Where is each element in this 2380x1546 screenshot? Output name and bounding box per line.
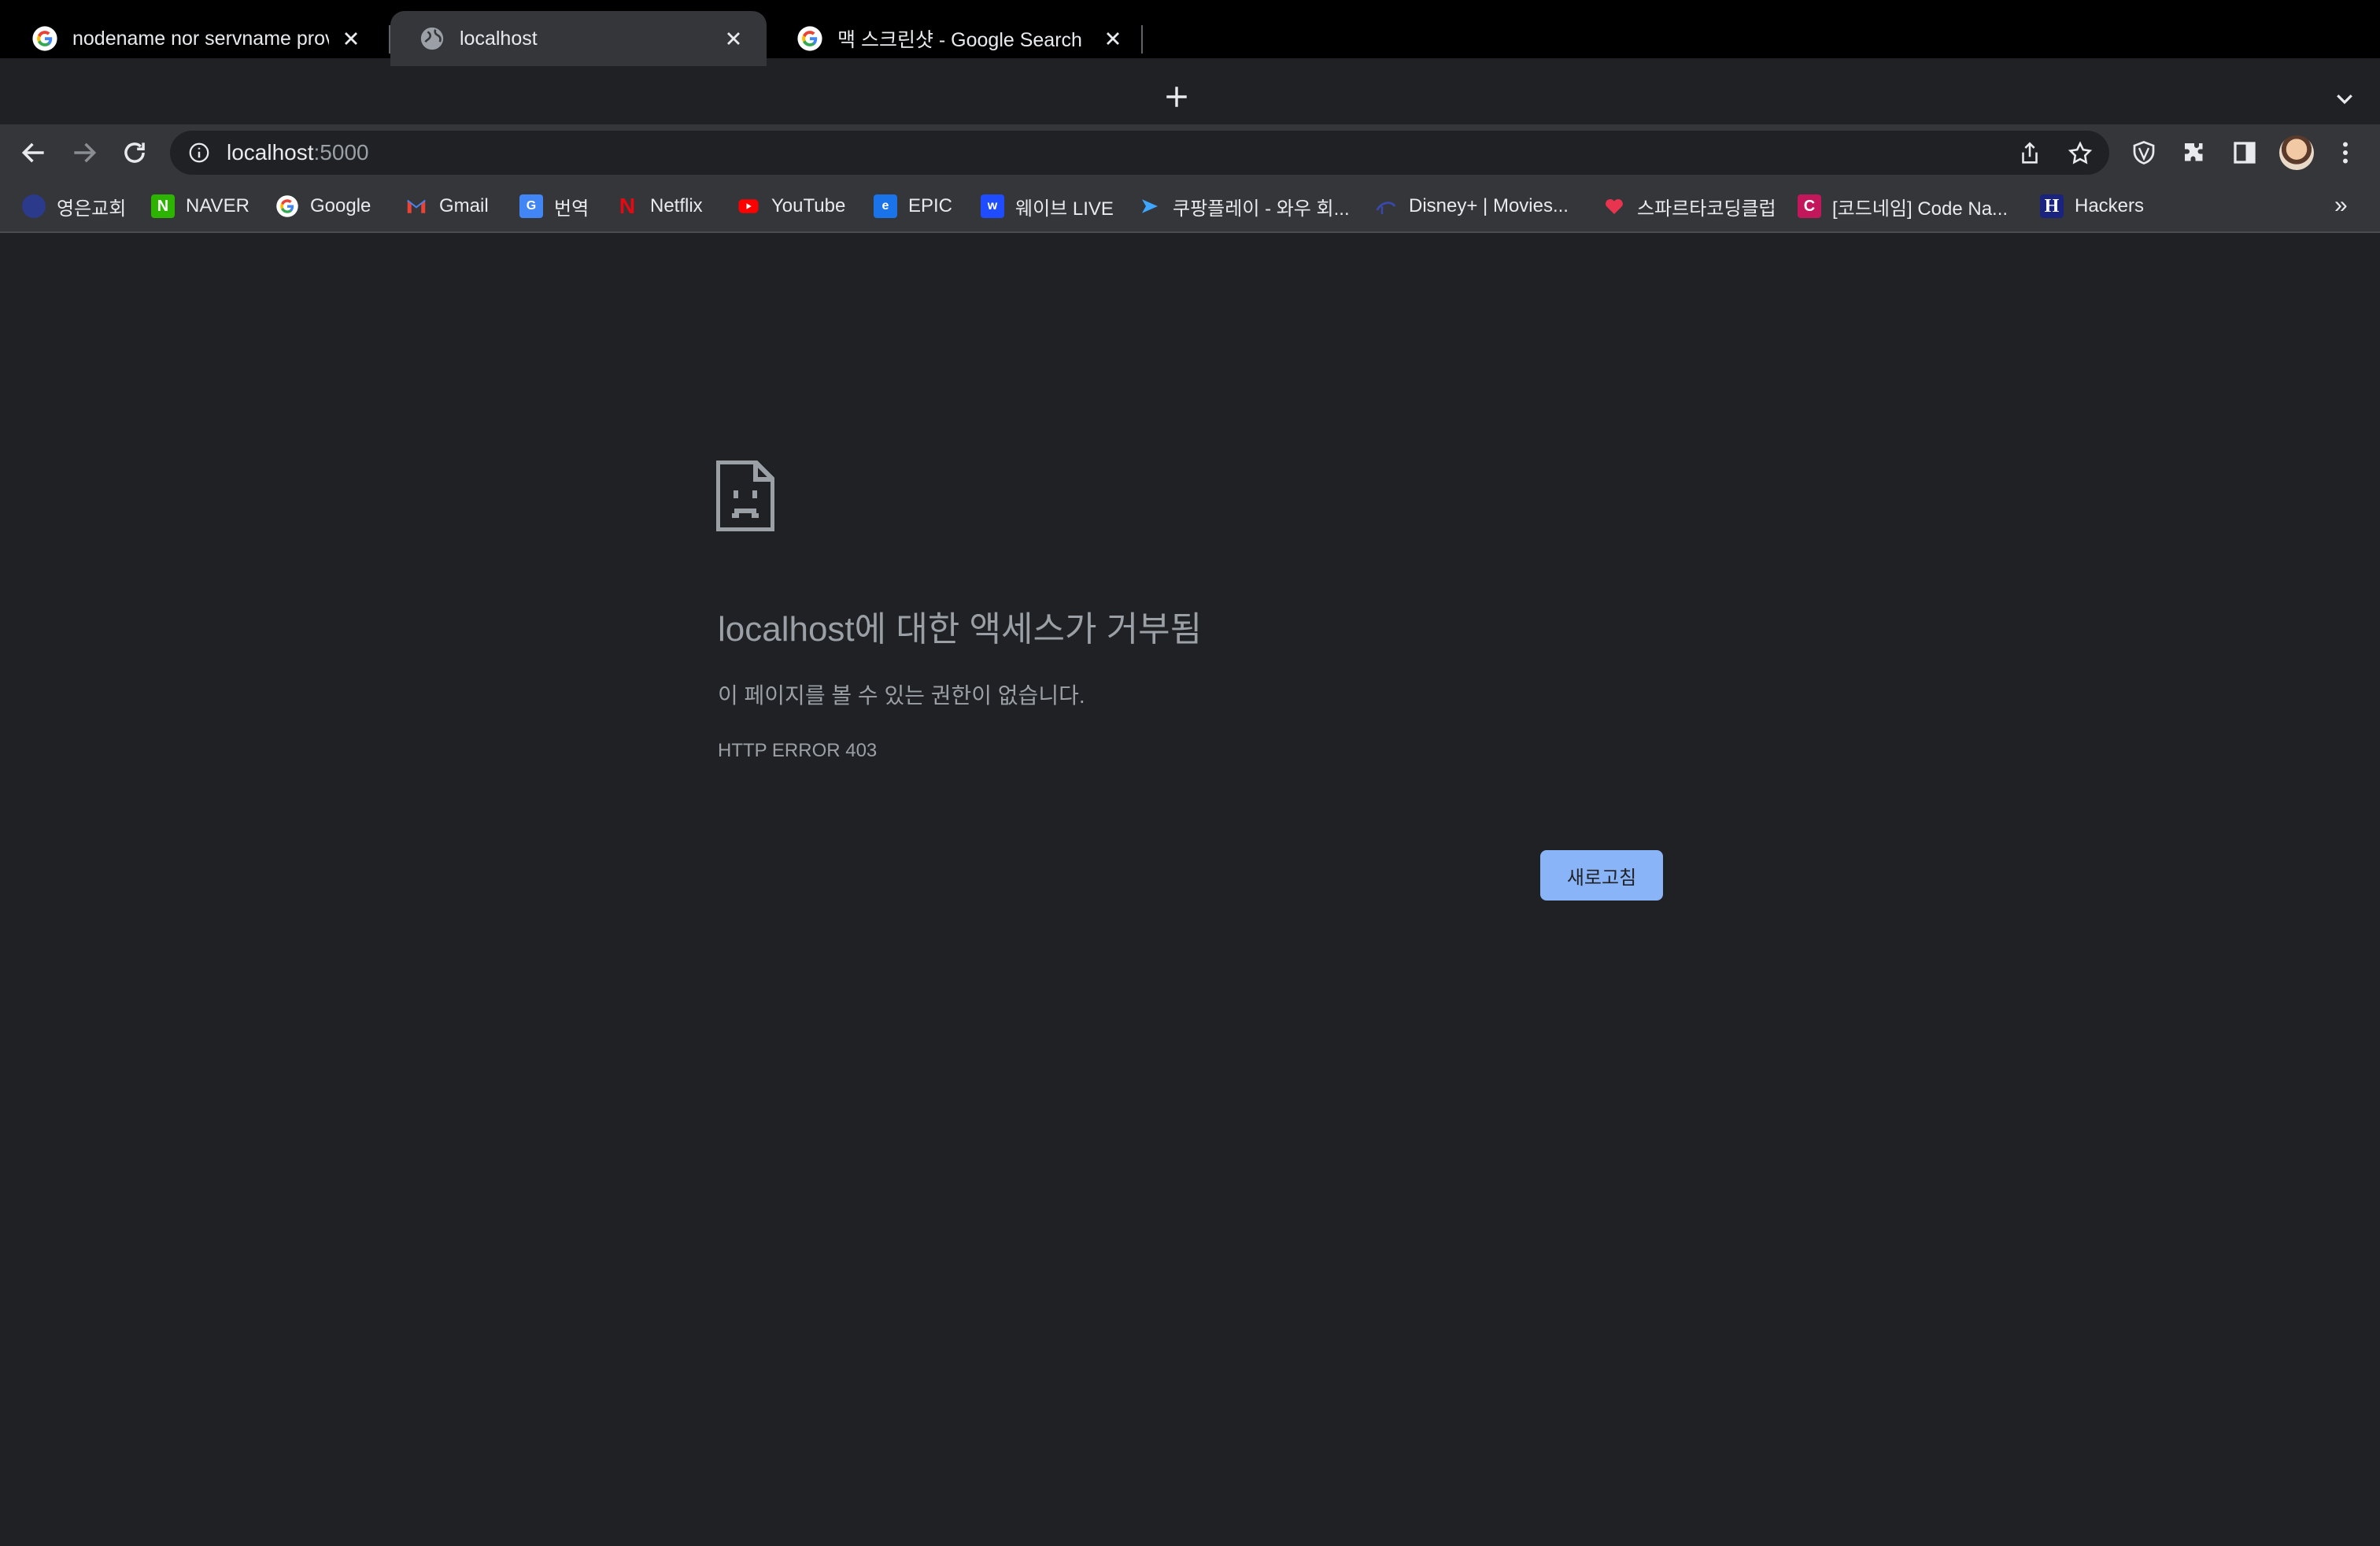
bookmark-youtube[interactable]: YouTube [737, 190, 845, 222]
url-host: localhost [227, 140, 314, 165]
bookmark-label: 쿠팡플레이 - 와우 회... [1173, 198, 1350, 220]
star-icon[interactable] [2067, 140, 2094, 167]
error-description: 이 페이지를 볼 수 있는 권한이 없습니다. [718, 683, 1085, 708]
bookmark-translate[interactable]: G 번역 [519, 190, 589, 222]
info-icon[interactable] [187, 141, 211, 165]
translate-icon: G [519, 194, 543, 218]
netflix-icon: N [619, 194, 636, 218]
gmail-icon [407, 199, 426, 213]
naver-icon: N [151, 194, 175, 218]
bookmark-label: 스파르타코딩클럽 [1637, 198, 1776, 220]
shield-icon[interactable] [2130, 139, 2158, 167]
church-icon [22, 194, 46, 218]
tab-title: 맥 스크린샷 - Google Search [837, 29, 1082, 51]
bookmark-youngeun-church[interactable]: 영은교회 [22, 190, 126, 222]
google-g-icon [276, 195, 298, 217]
wavve-icon: w [981, 194, 1004, 218]
address-bar[interactable]: localhost:5000 [170, 131, 2109, 175]
puzzle-extension-icon[interactable] [2180, 139, 2208, 167]
bookmark-label: [코드네임] Code Na... [1832, 198, 2009, 220]
coupang-play-icon [1142, 199, 1158, 213]
tab-title: localhost [460, 27, 538, 50]
close-icon[interactable] [722, 28, 745, 50]
bookmark-label: Gmail [439, 195, 489, 216]
bookmark-label: Disney+ | Movies... [1409, 195, 1569, 216]
bookmark-google[interactable]: Google [275, 190, 371, 222]
tab-localhost[interactable]: localhost [390, 11, 767, 66]
tab-title: nodename nor servname provided [72, 27, 329, 50]
bookmark-netflix[interactable]: N Netflix [615, 190, 703, 222]
reload-icon[interactable] [120, 138, 150, 168]
codename-icon: C [1798, 194, 1821, 218]
bookmark-wavve[interactable]: w 웨이브 LIVE [981, 190, 1114, 222]
bookmark-sparta[interactable]: 스파르타코딩클럽 [1602, 190, 1776, 222]
youtube-icon [738, 199, 759, 213]
new-tab-plus-icon[interactable] [1163, 83, 1190, 110]
page-content [0, 235, 2380, 1546]
tab-strip [0, 58, 2380, 124]
forward-arrow-icon[interactable] [69, 138, 99, 168]
error-code: HTTP ERROR 403 [718, 740, 878, 761]
chevron-down-icon[interactable] [2333, 87, 2356, 110]
more-vertical-icon[interactable] [2331, 139, 2360, 167]
hackers-icon: H [2040, 194, 2064, 218]
bookmarks-overflow-button[interactable]: » [2334, 192, 2348, 219]
bookmark-epic[interactable]: e EPIC [874, 190, 952, 222]
disney-icon [1376, 202, 1396, 214]
bookmark-label: 번역 [554, 198, 589, 220]
tab-nodename[interactable]: nodename nor servname provided [3, 11, 384, 66]
close-icon[interactable] [340, 28, 362, 50]
bookmark-label: 웨이브 LIVE [1015, 198, 1114, 220]
bookmark-naver[interactable]: N NAVER [151, 190, 249, 222]
sparta-icon [1606, 198, 1623, 214]
bookmark-gmail[interactable]: Gmail [405, 190, 489, 222]
bookmark-label: NAVER [186, 195, 249, 216]
google-g-icon [797, 26, 822, 51]
bookmark-label: Hackers [2075, 195, 2145, 216]
bookmark-label: YouTube [771, 195, 846, 216]
tab-google-search[interactable]: 맥 스크린샷 - Google Search [768, 11, 1146, 66]
bookmark-hackers[interactable]: H Hackers [2040, 190, 2144, 222]
bookmark-coupang-play[interactable]: 쿠팡플레이 - 와우 회... [1138, 190, 1350, 222]
bookmark-codename[interactable]: C [코드네임] Code Na... [1798, 190, 2008, 222]
tab-separator [1141, 25, 1143, 54]
back-arrow-icon[interactable] [19, 138, 49, 168]
bookmark-label: Google [310, 195, 371, 216]
close-icon[interactable] [1102, 28, 1124, 50]
error-title: localhost에 대한 액세스가 거부됨 [718, 610, 1203, 649]
profile-avatar[interactable] [2279, 135, 2314, 170]
share-icon[interactable] [2016, 140, 2043, 167]
sad-document-icon [716, 460, 774, 531]
url-port: :5000 [313, 140, 369, 165]
side-panel-icon[interactable] [2230, 139, 2259, 167]
reload-button[interactable]: 새로고침 [1540, 850, 1663, 901]
bookmark-label: EPIC [908, 195, 953, 216]
globe-icon [420, 27, 444, 50]
google-g-icon [32, 26, 57, 51]
epic-icon: e [874, 194, 897, 218]
bookmark-label: Netflix [650, 195, 703, 216]
bookmark-disney[interactable]: Disney+ | Movies... [1374, 190, 1569, 222]
bookmark-label: 영은교회 [57, 198, 127, 220]
